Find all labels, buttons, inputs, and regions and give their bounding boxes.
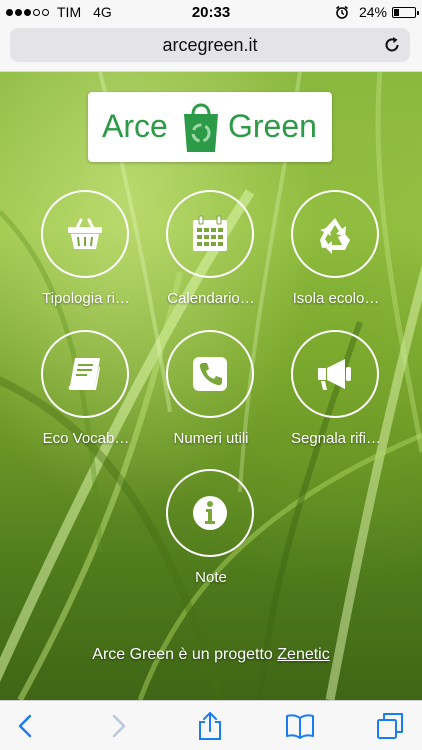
basket-icon	[68, 218, 102, 249]
tile-segnala-rifiuti[interactable]: Segnala rifi…	[271, 330, 401, 460]
battery-fill	[394, 8, 399, 16]
alarm-icon	[335, 5, 348, 19]
page-content: Arce Green Tipologia ri… Calendario… Iso…	[0, 72, 422, 700]
tile-label[interactable]: Numeri utili	[146, 430, 276, 447]
recycle-icon	[320, 218, 350, 254]
book-icon	[68, 358, 100, 390]
url-text[interactable]: arcegreen.it	[10, 35, 410, 56]
tile-circle[interactable]	[41, 190, 129, 278]
battery-icon	[392, 6, 419, 18]
tile-label[interactable]: Isola ecolo…	[271, 290, 401, 307]
tile-numeri-utili[interactable]: Numeri utili	[146, 330, 276, 460]
tile-label[interactable]: Tipologia ri…	[21, 290, 151, 307]
address-bar[interactable]: arcegreen.it	[10, 28, 410, 62]
tile-eco-vocabolario[interactable]: Eco Vocab…	[21, 330, 151, 460]
shopping-bag-icon	[184, 103, 218, 152]
info-icon	[193, 496, 227, 530]
battery-tip	[417, 10, 419, 15]
tile-label[interactable]: Segnala rifi…	[271, 430, 401, 447]
tile-circle[interactable]	[291, 330, 379, 418]
bookmarks-icon[interactable]	[286, 712, 314, 740]
tile-label[interactable]: Note	[146, 569, 276, 586]
tile-circle[interactable]	[166, 330, 254, 418]
tile-tipologia-rifiuti[interactable]: Tipologia ri…	[21, 190, 151, 320]
megaphone-icon	[318, 359, 351, 390]
browser-address-area: arcegreen.it	[0, 24, 422, 72]
browser-toolbar	[0, 700, 422, 750]
battery-percentage: 24%	[358, 4, 387, 20]
zenetic-link[interactable]: Zenetic	[277, 646, 329, 663]
tile-circle[interactable]	[166, 190, 254, 278]
footer-credit: Arce Green è un progetto Zenetic	[0, 646, 422, 664]
back-icon[interactable]	[12, 712, 40, 740]
tile-label[interactable]: Calendario…	[146, 290, 276, 307]
reload-icon[interactable]	[382, 35, 402, 55]
logo-word-left: Arce	[102, 108, 168, 144]
tile-note[interactable]: Note	[146, 469, 276, 599]
forward-icon[interactable]	[104, 712, 132, 740]
logo-word-right: Green	[228, 108, 317, 144]
tile-label[interactable]: Eco Vocab…	[21, 430, 151, 447]
status-right: 24%	[335, 4, 419, 20]
calendar-icon	[193, 215, 227, 251]
tile-isola-ecologica[interactable]: Isola ecolo…	[271, 190, 401, 320]
status-bar: TIM 4G 20:33 24%	[0, 0, 422, 24]
arce-green-logo[interactable]: Arce Green	[88, 92, 332, 162]
tabs-icon[interactable]	[376, 712, 404, 740]
footer-text: Arce Green è un progetto	[92, 646, 278, 663]
tile-circle[interactable]	[291, 190, 379, 278]
tile-circle[interactable]	[41, 330, 129, 418]
phone-icon	[193, 357, 227, 391]
tile-circle[interactable]	[166, 469, 254, 557]
tile-calendario[interactable]: Calendario…	[146, 190, 276, 320]
share-icon[interactable]	[196, 712, 224, 740]
